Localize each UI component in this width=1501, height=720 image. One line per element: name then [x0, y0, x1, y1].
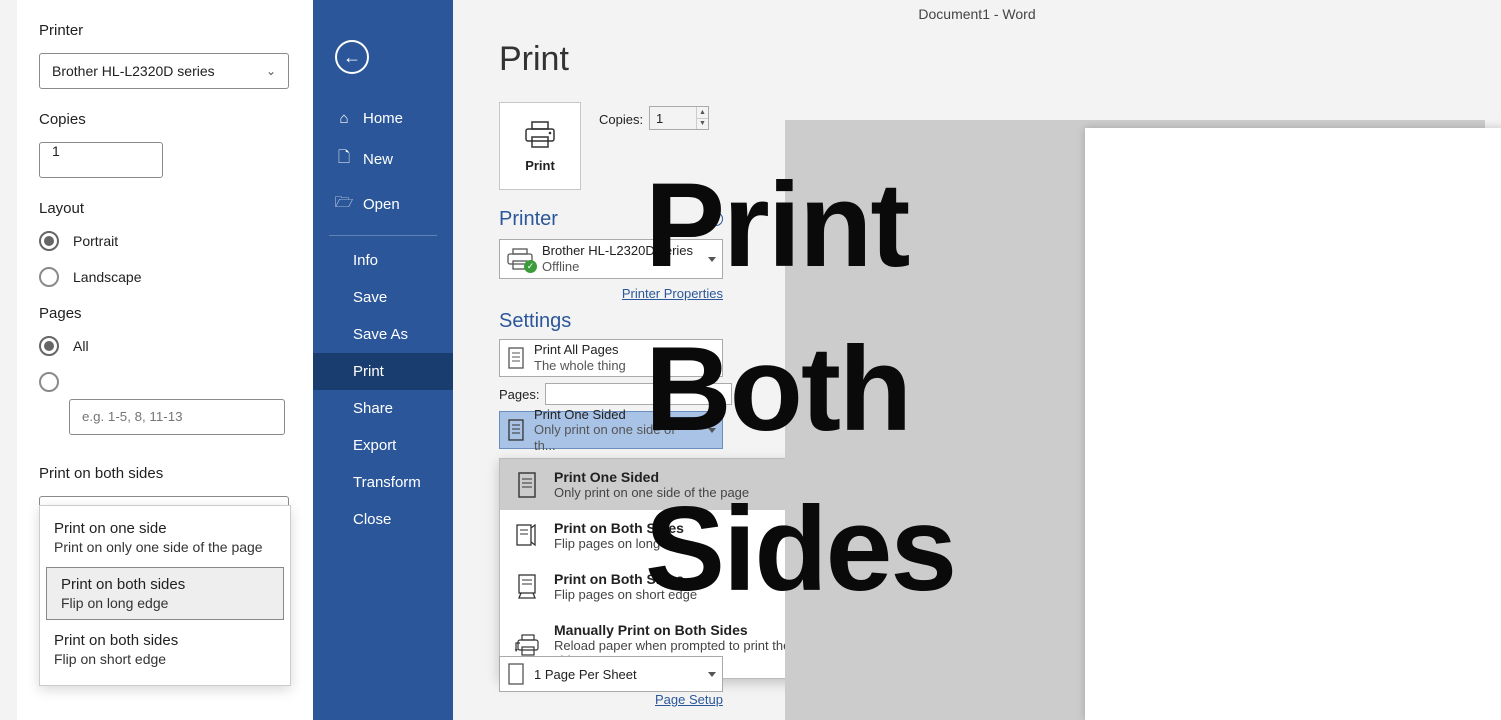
- nav-label: New: [363, 151, 393, 168]
- option-one-side[interactable]: Print on one side Print on only one side…: [40, 512, 290, 563]
- preview-text: Print: [645, 156, 908, 294]
- landscape-label: Landscape: [73, 269, 142, 285]
- print-heading: Print: [499, 40, 569, 79]
- combo-sub: The whole thing: [534, 358, 626, 374]
- both-sides-label: Print on both sides: [39, 465, 291, 482]
- nav-divider: [329, 235, 437, 236]
- pages-all-row[interactable]: All: [39, 336, 291, 356]
- nav-close[interactable]: Close: [313, 501, 453, 538]
- home-icon: ⌂: [335, 110, 353, 127]
- copies-value: 1: [650, 111, 663, 126]
- nav-label: Open: [363, 196, 400, 213]
- page-icon: [506, 346, 526, 370]
- settings-section-label: Settings: [499, 310, 571, 332]
- nav-save[interactable]: Save: [313, 279, 453, 316]
- printer-section-label: Printer: [499, 208, 558, 230]
- print-button[interactable]: Print: [499, 102, 581, 190]
- arrow-left-icon: ←: [343, 47, 361, 68]
- pages-range-input[interactable]: [69, 399, 285, 435]
- document-icon: 🗋: [335, 147, 353, 172]
- spinner-controls: ▲ ▼: [696, 107, 708, 129]
- printer-icon: [522, 120, 558, 150]
- simple-print-panel: Printer Brother HL-L2320D series ⌄ Copie…: [17, 0, 313, 720]
- copies-label: Copies:: [599, 112, 643, 127]
- option-short-edge[interactable]: Print on both sides Flip on short edge: [40, 624, 290, 675]
- option-title: Print on both sides: [54, 632, 276, 649]
- pages-input-label: Pages:: [499, 387, 539, 402]
- page-one-side-icon: [506, 418, 526, 442]
- copies-spinner[interactable]: 1 ▲ ▼: [649, 106, 709, 130]
- nav-save-as[interactable]: Save As: [313, 316, 453, 353]
- backstage-nav: ← ⌂ Home 🗋 New 🗁 Open Info Save Save As …: [313, 0, 453, 720]
- radio-landscape[interactable]: [39, 267, 59, 287]
- layout-label: Layout: [39, 200, 291, 217]
- preview-text: Both: [645, 320, 910, 458]
- page-flip-short-icon: [514, 573, 540, 601]
- nav-label: Home: [363, 110, 403, 127]
- combo-title: 1 Page Per Sheet: [534, 667, 637, 682]
- nav-info[interactable]: Info: [313, 242, 453, 279]
- option-long-edge[interactable]: Print on both sides Flip on long edge: [46, 567, 284, 620]
- nav-transform[interactable]: Transform: [313, 464, 453, 501]
- pages-label: Pages: [39, 305, 291, 322]
- page-setup-link[interactable]: Page Setup: [655, 692, 723, 707]
- both-sides-dropdown: Print on one side Print on only one side…: [39, 505, 291, 686]
- back-arrow-button[interactable]: ←: [335, 40, 369, 74]
- page-one-side-icon: [514, 471, 540, 499]
- preview-page: [1085, 128, 1501, 720]
- preview-text: Sides: [645, 480, 955, 618]
- option-sub: Flip on long edge: [61, 595, 269, 611]
- nav-export[interactable]: Export: [313, 427, 453, 464]
- copies-value: 1: [52, 143, 60, 159]
- nav-new[interactable]: 🗋 New: [313, 137, 453, 182]
- printer-label: Printer: [39, 22, 291, 39]
- option-title: Print on one side: [54, 520, 276, 537]
- layout-portrait-row[interactable]: Portrait: [39, 231, 291, 251]
- radio-all-pages[interactable]: [39, 336, 59, 356]
- print-main: Document1 - Word Print Print Copies: 1 ▲…: [453, 0, 1501, 720]
- option-sub: Flip on short edge: [54, 651, 276, 667]
- nav-print[interactable]: Print: [313, 353, 453, 390]
- printer-select-value: Brother HL-L2320D series: [52, 63, 215, 79]
- nav-home[interactable]: ⌂ Home: [313, 100, 453, 137]
- spinner-up[interactable]: ▲: [697, 107, 708, 119]
- page-flip-long-icon: [514, 522, 540, 550]
- portrait-label: Portrait: [73, 233, 118, 249]
- dropdown-arrow-icon: [708, 672, 716, 677]
- all-label: All: [73, 338, 89, 354]
- option-sub: Print on only one side of the page: [54, 539, 276, 555]
- nav-open[interactable]: 🗁 Open: [313, 182, 453, 227]
- copies-input[interactable]: 1: [39, 142, 163, 178]
- option-title: Print on both sides: [61, 576, 269, 593]
- print-button-label: Print: [525, 158, 555, 173]
- combo-title: Print All Pages: [534, 342, 626, 358]
- check-badge-icon: ✓: [524, 260, 537, 273]
- radio-portrait[interactable]: [39, 231, 59, 251]
- print-preview: Print Both Sides: [785, 120, 1485, 720]
- copies-label: Copies: [39, 111, 291, 128]
- nav-share[interactable]: Share: [313, 390, 453, 427]
- layout-landscape-row[interactable]: Landscape: [39, 267, 291, 287]
- document-title: Document1 - Word: [918, 6, 1035, 22]
- pages-per-sheet-combo[interactable]: 1 Page Per Sheet: [499, 656, 723, 692]
- printer-select[interactable]: Brother HL-L2320D series ⌄: [39, 53, 289, 89]
- spinner-down[interactable]: ▼: [697, 119, 708, 130]
- pages-custom-row[interactable]: [39, 372, 291, 392]
- sheet-icon: [506, 662, 526, 686]
- radio-custom-pages[interactable]: [39, 372, 59, 392]
- printer-device-icon: ✓: [506, 248, 534, 270]
- chevron-down-icon: ⌄: [266, 64, 276, 78]
- folder-open-icon: 🗁: [335, 192, 353, 217]
- printer-reload-icon: [514, 633, 540, 657]
